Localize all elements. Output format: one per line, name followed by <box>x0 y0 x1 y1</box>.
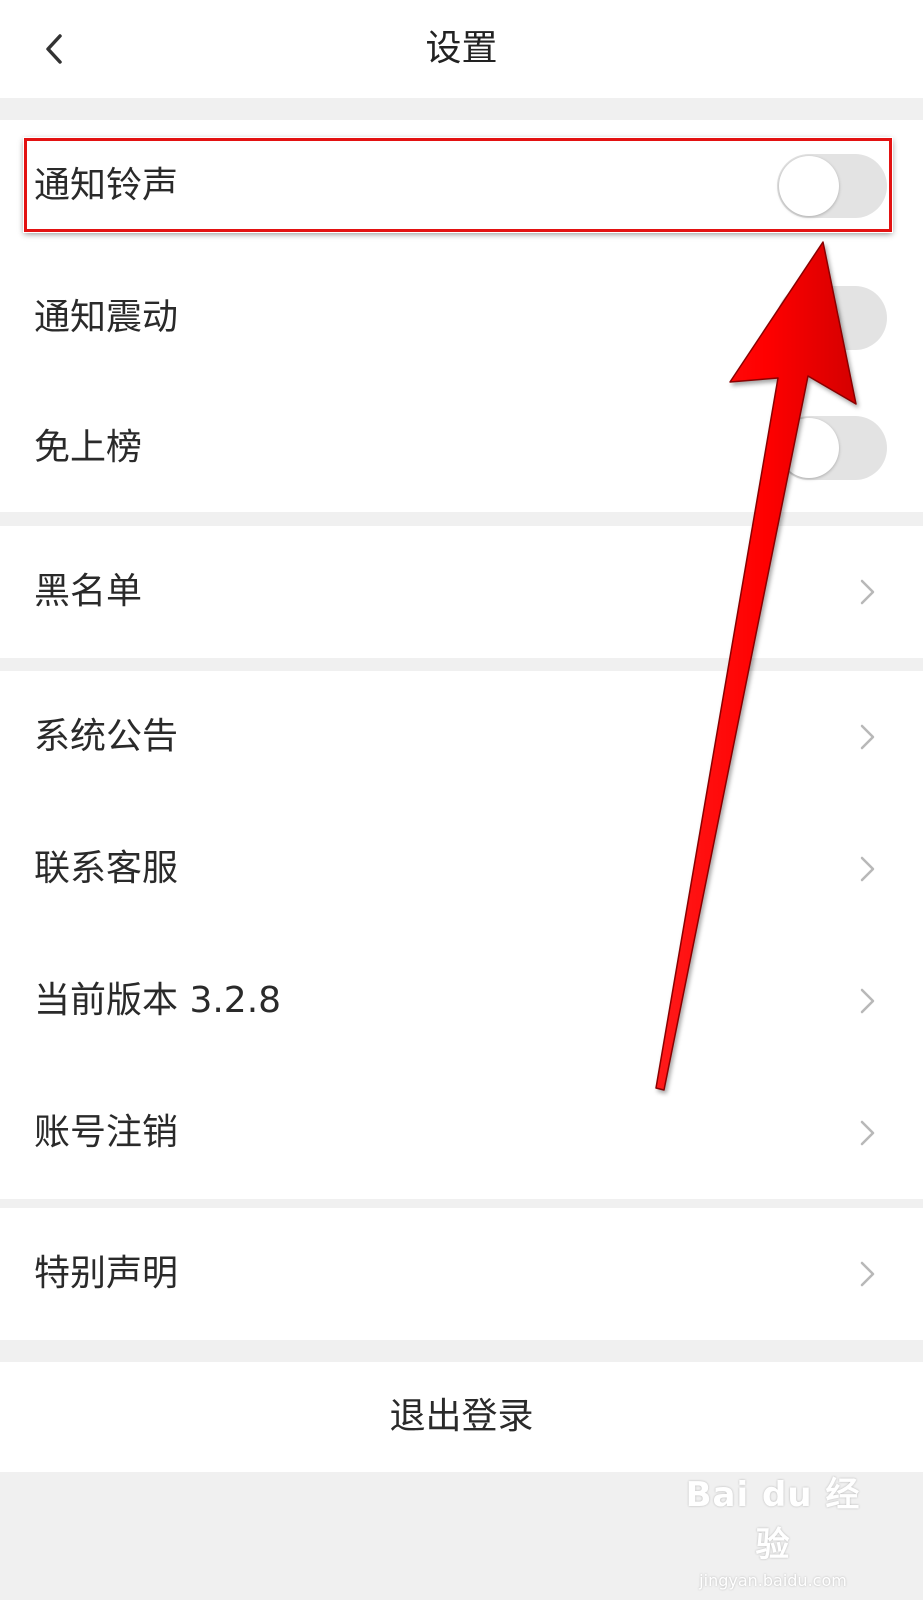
logout-button[interactable]: 退出登录 <box>0 1362 923 1472</box>
row-label: 免上榜 <box>34 427 143 468</box>
chevron-right-icon <box>860 1261 875 1287</box>
row-label: 系统公告 <box>34 716 179 757</box>
settings-row-version[interactable]: 当前版本 3.2.8 <box>0 935 923 1067</box>
settings-row-notification-sound[interactable]: 通知铃声 <box>0 120 923 252</box>
settings-row-hide-from-ranking[interactable]: 免上榜 <box>0 384 923 512</box>
toggle-knob <box>779 156 839 216</box>
notification-settings-group: 通知铃声 通知震动 免上榜 <box>0 120 923 512</box>
settings-screen: 设置 通知铃声 通知震动 免上榜 黑名单 系统公告 联系客服 当前版本 3.2.… <box>0 0 923 1600</box>
chevron-right-icon <box>860 1120 875 1146</box>
row-label: 通知震动 <box>34 297 179 338</box>
row-label: 特别声明 <box>34 1253 179 1294</box>
hide-from-ranking-toggle[interactable] <box>777 416 887 480</box>
settings-row-blacklist[interactable]: 黑名单 <box>0 526 923 658</box>
info-group: 系统公告 联系客服 当前版本 3.2.8 账号注销 <box>0 671 923 1199</box>
top-bar: 设置 <box>0 0 923 98</box>
row-label: 当前版本 3.2.8 <box>34 980 282 1021</box>
settings-row-customer-service[interactable]: 联系客服 <box>0 803 923 935</box>
watermark-url: jingyan.baidu.com <box>699 1571 847 1590</box>
statement-group: 特别声明 <box>0 1208 923 1340</box>
notification-sound-toggle[interactable] <box>777 154 887 218</box>
chevron-right-icon <box>860 856 875 882</box>
settings-row-special-statement[interactable]: 特别声明 <box>0 1208 923 1340</box>
row-label: 联系客服 <box>34 848 179 889</box>
chevron-right-icon <box>860 988 875 1014</box>
settings-row-notification-vibration[interactable]: 通知震动 <box>0 252 923 384</box>
row-label: 黑名单 <box>34 571 143 612</box>
notification-vibration-toggle[interactable] <box>777 286 887 350</box>
row-label: 通知铃声 <box>34 165 179 206</box>
watermark: Bai du 经验 jingyan.baidu.com <box>683 1470 863 1592</box>
blacklist-group: 黑名单 <box>0 526 923 658</box>
toggle-knob <box>779 288 839 348</box>
chevron-right-icon <box>860 724 875 750</box>
row-label: 账号注销 <box>34 1112 179 1153</box>
logout-label: 退出登录 <box>389 1396 534 1437</box>
settings-row-announcements[interactable]: 系统公告 <box>0 671 923 803</box>
page-title: 设置 <box>425 28 498 69</box>
watermark-logo: Bai du 经验 <box>685 1475 861 1565</box>
chevron-right-icon <box>860 579 875 605</box>
toggle-knob <box>779 418 839 478</box>
settings-row-delete-account[interactable]: 账号注销 <box>0 1067 923 1199</box>
